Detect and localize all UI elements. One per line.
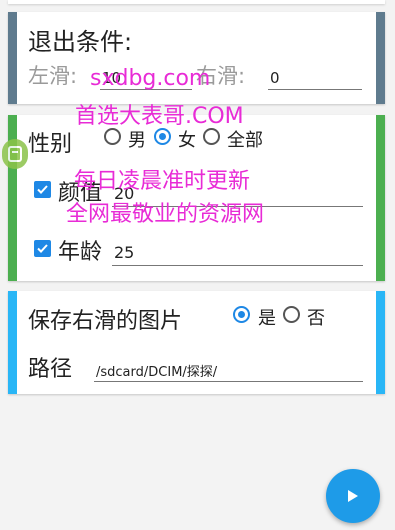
watermark-line-1: sxdbg.com (90, 66, 211, 91)
save-radio-no[interactable] (283, 306, 300, 323)
watermark-line-4: 全网最敬业的资源网 (66, 202, 265, 227)
card-accent-right (376, 291, 385, 394)
play-icon (348, 490, 358, 502)
path-label: 路径 (28, 357, 73, 382)
save-right-swipe-label: 保存右滑的图片 (28, 309, 183, 334)
face-score-checkbox[interactable] (34, 181, 51, 198)
card-accent-right (376, 115, 385, 281)
left-swipe-label: 左滑: (28, 64, 78, 88)
gender-radio-male[interactable] (104, 128, 121, 145)
age-label: 年龄 (58, 240, 103, 265)
card-accent-right (376, 12, 385, 104)
age-input[interactable] (112, 240, 363, 266)
age-checkbox[interactable] (34, 240, 51, 257)
card-accent-left (8, 12, 17, 104)
gender-radio-all[interactable] (203, 128, 220, 145)
save-photo-card: 保存右滑的图片 是 否 路径 (8, 291, 385, 394)
save-radio-yes[interactable] (233, 306, 250, 323)
right-swipe-input[interactable] (268, 66, 362, 90)
gender-radio-female[interactable] (154, 128, 171, 145)
save-option-yes[interactable]: 是 (258, 304, 276, 330)
path-input[interactable] (94, 359, 363, 382)
watermark-line-2: 首选大表哥.COM (75, 104, 244, 129)
watermark-line-3: 每日凌晨准时更新 (74, 169, 251, 194)
card-accent-left (8, 291, 17, 394)
exit-conditions-title: 退出条件: (28, 28, 133, 56)
start-fab-button[interactable] (326, 469, 380, 523)
floating-widget-icon[interactable] (2, 139, 28, 169)
save-option-no[interactable]: 否 (307, 304, 325, 330)
gender-label: 性别 (28, 132, 73, 157)
top-card-remnant (8, 0, 385, 4)
